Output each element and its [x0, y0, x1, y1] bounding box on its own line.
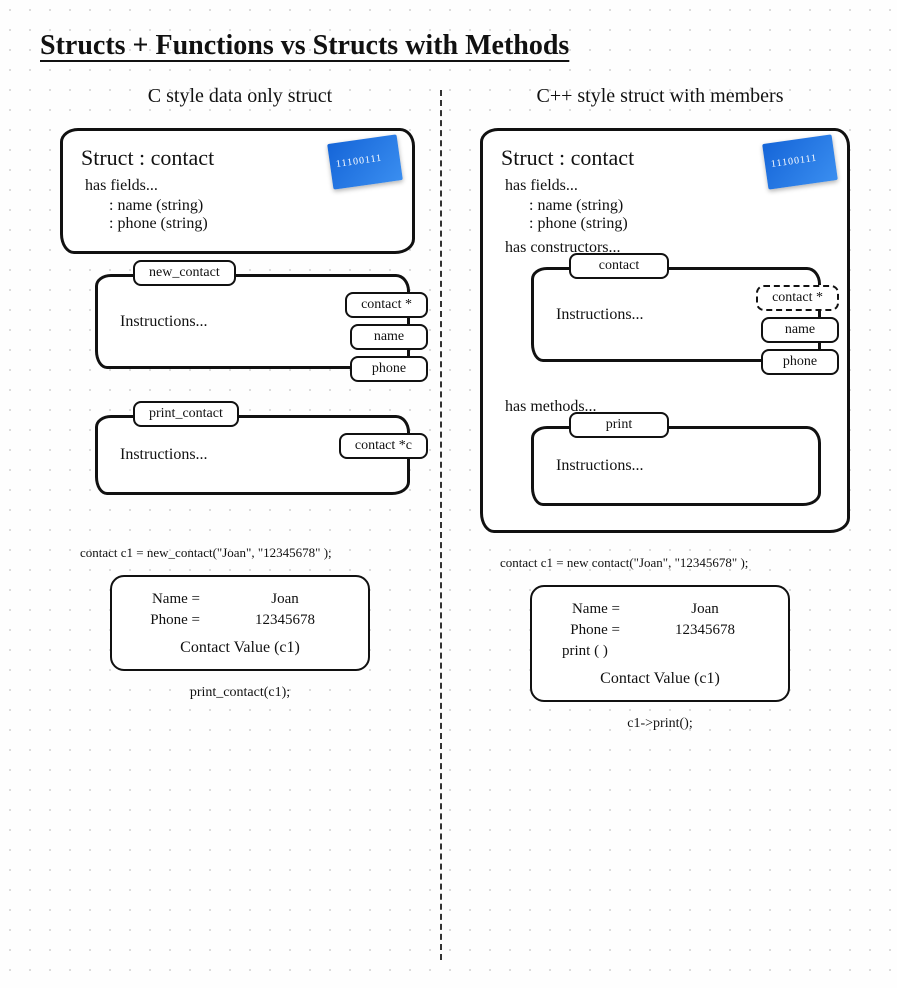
vb-phone-label: Phone = [130, 612, 200, 629]
vb-phone-val: 12345678 [640, 622, 770, 639]
cpp-field-name: : name (string) [529, 197, 829, 215]
cpp-code-new: contact c1 = new contact("Joan", "123456… [500, 555, 860, 571]
cpp-code-print: c1->print(); [460, 716, 860, 732]
cpp-field-phone: : phone (string) [529, 215, 829, 233]
blueprint-icon [327, 134, 403, 189]
cpp-ctor-body: Instructions... [531, 267, 821, 362]
ctor-arg-phone: phone [761, 349, 839, 375]
vb-name-label: Name = [130, 591, 200, 608]
vb-name-val: Joan [220, 591, 350, 608]
blueprint-icon [762, 134, 838, 189]
fn-arg-tab: contact *c [339, 433, 428, 459]
cpp-has-constructors: has constructors... [505, 239, 829, 257]
vb-caption: Contact Value (c1) [130, 639, 350, 657]
vb-method: print ( ) [562, 643, 770, 660]
right-heading: C++ style struct with members [460, 85, 860, 108]
vb-caption: Contact Value (c1) [550, 670, 770, 688]
fn-arg-name: name [350, 324, 428, 350]
vb-phone-label: Phone = [550, 622, 620, 639]
fn-arg-phone: phone [350, 356, 428, 382]
right-column: C++ style struct with members Struct : c… [460, 85, 860, 732]
cpp-struct-box: Struct : contact has fields... : name (s… [480, 128, 850, 533]
c-value-box: Name = Joan Phone = 12345678 Contact Val… [110, 575, 370, 671]
left-heading: C style data only struct [40, 85, 440, 108]
print-contact-fn: Instructions... print_contact contact *c [95, 415, 410, 495]
left-column: C style data only struct Struct : contac… [40, 85, 440, 701]
new-contact-body: Instructions... [95, 274, 410, 369]
ctor-return-tab: contact * [756, 285, 839, 311]
c-code-new: contact c1 = new_contact("Joan", "123456… [80, 545, 440, 561]
ctor-arg-name: name [761, 317, 839, 343]
c-field-phone: : phone (string) [109, 215, 394, 233]
fn-return-tab: contact * [345, 292, 428, 318]
column-divider [440, 90, 442, 960]
cpp-constructor: Instructions... contact contact * name p… [531, 267, 821, 382]
page-title: Structs + Functions vs Structs with Meth… [40, 30, 569, 62]
cpp-value-box: Name = Joan Phone = 12345678 print ( ) C… [530, 585, 790, 702]
new-contact-fn: Instructions... new_contact contact * na… [95, 274, 410, 389]
c-struct-box: Struct : contact has fields... : name (s… [60, 128, 415, 254]
vb-phone-val: 12345678 [220, 612, 350, 629]
cpp-method-body: Instructions... [531, 426, 821, 506]
cpp-method: Instructions... print [531, 426, 821, 506]
ctor-name-tab: contact [569, 253, 669, 279]
fn-name-tab: print_contact [133, 401, 239, 427]
c-code-print: print_contact(c1); [40, 685, 440, 701]
cpp-has-methods: has methods... [505, 398, 829, 416]
vb-name-val: Joan [640, 601, 770, 618]
fn-name-tab: new_contact [133, 260, 236, 286]
c-field-name: : name (string) [109, 197, 394, 215]
vb-name-label: Name = [550, 601, 620, 618]
method-name-tab: print [569, 412, 669, 438]
